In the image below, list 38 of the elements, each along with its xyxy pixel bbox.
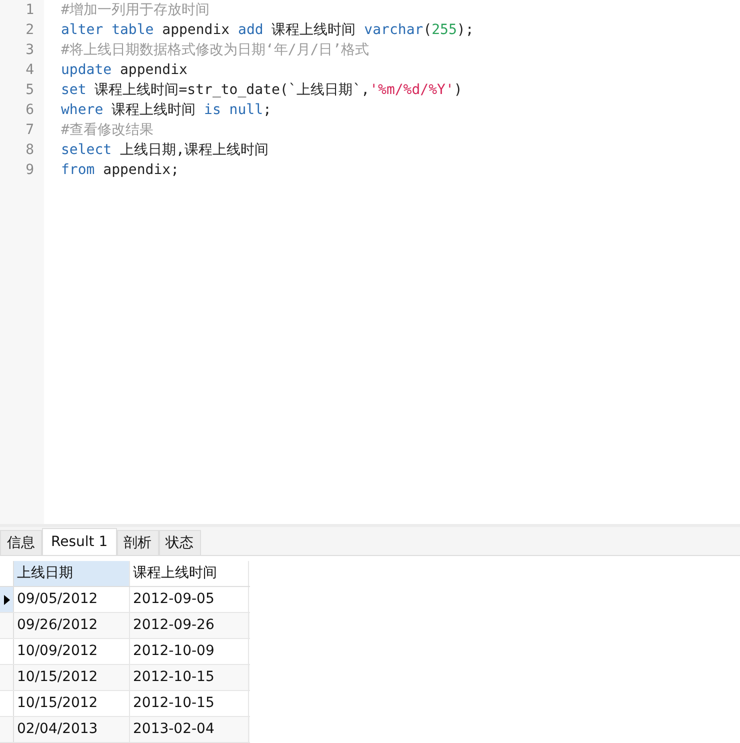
row-indicator[interactable] [0,587,14,612]
table-cell: 10/15/2012 [14,665,130,690]
code-line: #增加一列用于存放时间 [61,1,210,20]
code-line: from appendix; [61,161,180,180]
line-number: 1 [24,1,35,20]
table-cell: 2012-09-05 [130,587,249,612]
table-cell: 2012-09-26 [130,613,249,638]
table-cell: 09/26/2012 [14,613,130,638]
line-number: 7 [24,121,35,140]
table-cell: 2012-10-15 [130,691,249,716]
code-line: #查看修改结果 [61,121,154,140]
line-number: 6 [24,101,35,120]
table-cell: 2013-02-04 [130,717,249,742]
result-tab[interactable]: 信息 [0,530,42,555]
line-number: 2 [24,21,35,40]
current-row-icon [4,594,10,604]
code-line: where 课程上线时间 is null; [61,101,272,120]
table-cell: 10/09/2012 [14,639,130,664]
result-tab[interactable]: 剖析 [116,530,159,555]
column-header[interactable]: 课程上线时间 [130,561,249,586]
column-header[interactable]: 上线日期 [14,561,130,586]
code-line: update appendix [61,61,188,80]
code-line: alter table appendix add 课程上线时间 varchar(255); [61,21,474,40]
table-cell: 02/04/2013 [14,717,130,742]
code-line: #将上线日期数据格式修改为日期‘年/月/日’格式 [61,41,370,60]
table-cell: 09/05/2012 [14,587,130,612]
table-cell: 2012-10-15 [130,665,249,690]
line-number: 8 [24,141,35,160]
line-number: 5 [24,81,35,100]
line-number: 4 [24,61,35,80]
table-cell: 2012-10-09 [130,639,249,664]
code-line: set 课程上线时间=str_to_date(`上线日期`,'%m/%d/%Y') [61,81,464,100]
table-cell: 10/15/2012 [14,691,130,716]
result-tab[interactable]: Result 1 [42,528,117,555]
line-number: 3 [24,41,35,60]
code-line: select 上线日期,课程上线时间 [61,141,270,160]
result-tab[interactable]: 状态 [158,530,201,555]
line-number: 9 [24,161,35,180]
